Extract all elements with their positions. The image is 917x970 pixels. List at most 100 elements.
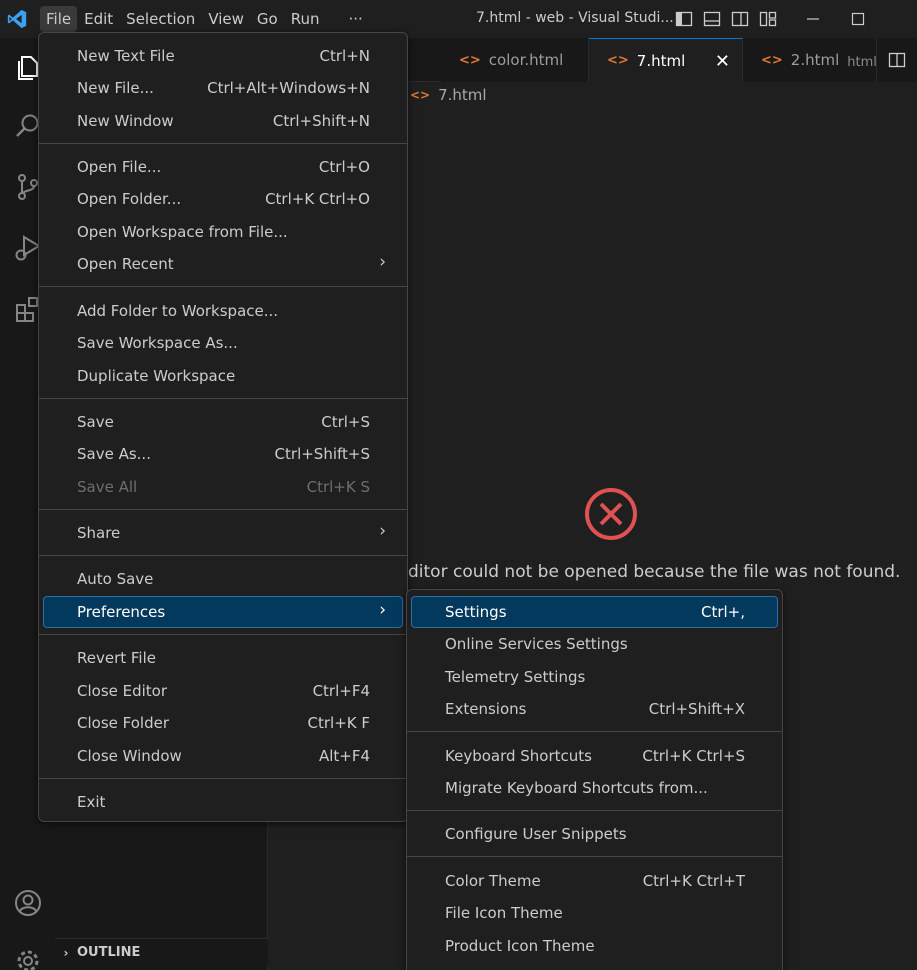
menu-item-open-file[interactable]: Open File... Ctrl+O [44,152,402,182]
menu-item-shortcut: Ctrl+S [321,413,370,431]
menu-item-save-as[interactable]: Save As... Ctrl+Shift+S [44,439,402,469]
menu-selection[interactable]: Selection [120,6,201,32]
menu-item-label: New Text File [77,47,175,65]
menu-item-new-text-file[interactable]: New Text File Ctrl+N [44,41,402,71]
menu-item-file-icon-theme[interactable]: File Icon Theme [412,898,777,928]
menu-item-duplicate-workspace[interactable]: Duplicate Workspace [44,361,402,391]
minimize-button[interactable] [790,0,835,38]
menu-item-label: Settings [445,603,507,621]
window-title: 7.html - web - Visual Studi... [476,10,674,26]
menu-item-open-workspace[interactable]: Open Workspace from File... [44,217,402,247]
tab-color-html[interactable]: <> color.html [441,38,589,82]
menu-run[interactable]: Run [285,6,326,32]
menu-item-telemetry-settings[interactable]: Telemetry Settings [412,662,777,692]
split-editor-icon [888,52,906,68]
menu-item-shortcut: Ctrl+K Ctrl+S [642,747,745,765]
breadcrumb[interactable]: <> 7.html [410,86,487,104]
menu-separator [39,286,407,287]
toggle-panel-icon[interactable] [702,9,722,29]
menu-item-auto-save[interactable]: Auto Save [44,564,402,594]
minimize-icon [806,18,819,20]
tab-2-html[interactable]: <> 2.html html정 [743,38,878,82]
maximize-button[interactable] [835,0,880,38]
html-file-icon: <> [761,52,783,68]
maximize-icon [851,12,864,26]
menu-view[interactable]: View [202,6,250,32]
menu-item-new-window[interactable]: New Window Ctrl+Shift+N [44,106,402,136]
split-editor-button[interactable] [876,38,917,82]
file-menu: New Text File Ctrl+N New File... Ctrl+Alt+… [38,32,408,822]
menu-item-preferences[interactable]: Preferences › [43,596,403,628]
menu-item-add-folder[interactable]: Add Folder to Workspace... [44,296,402,326]
menu-item-label: Close Window [77,747,182,765]
menu-item-color-theme[interactable]: Color Theme Ctrl+K Ctrl+T [412,866,777,896]
menu-item-shortcut: Ctrl+K S [306,478,370,496]
menu-go[interactable]: Go [251,6,284,32]
preferences-submenu: Settings Ctrl+, Online Services Settings … [406,589,783,970]
menu-edit[interactable]: Edit [78,6,119,32]
menu-item-save-workspace-as[interactable]: Save Workspace As... [44,328,402,358]
toggle-primary-sidebar-icon[interactable] [674,9,694,29]
accounts-button[interactable] [0,876,55,930]
menu-item-open-folder[interactable]: Open Folder... Ctrl+K Ctrl+O [44,184,402,214]
menu-item-label: Open File... [77,158,162,176]
menu-item-close-window[interactable]: Close Window Alt+F4 [44,741,402,771]
menu-item-shortcut: Ctrl+Shift+S [274,445,370,463]
menu-item-label: Configure User Snippets [445,825,627,843]
menu-item-shortcut: Ctrl+K F [307,714,371,732]
menu-separator [407,731,782,732]
menu-item-label: Revert File [77,649,156,667]
customize-layout-icon[interactable] [758,9,778,29]
menu-separator [39,634,407,635]
account-icon [14,890,41,916]
menu-item-close-folder[interactable]: Close Folder Ctrl+K F [44,708,402,738]
menu-item-save[interactable]: Save Ctrl+S [44,407,402,437]
menu-item-online-services-settings[interactable]: Online Services Settings [412,629,777,659]
menu-item-label: Exit [77,793,106,811]
menu-item-close-editor[interactable]: Close Editor Ctrl+F4 [44,676,402,706]
menu-item-shortcut: Ctrl+F4 [312,682,370,700]
breadcrumb-file: 7.html [438,86,487,104]
window-controls [790,0,880,38]
menu-item-label: Open Recent [77,255,174,273]
menu-separator [39,778,407,779]
menu-item-configure-user-snippets[interactable]: Configure User Snippets [412,819,777,849]
menu-item-label: Save Workspace As... [77,334,238,352]
menu-more[interactable]: ··· [343,6,369,32]
manage-button[interactable] [0,934,55,970]
error-icon [585,488,637,540]
menu-item-label: New Window [77,112,174,130]
toggle-secondary-sidebar-icon[interactable] [730,9,750,29]
chevron-right-icon: › [379,600,386,620]
menu-item-label: Open Folder... [77,190,182,208]
menu-item-label: Migrate Keyboard Shortcuts from... [445,779,708,797]
menu-item-settings[interactable]: Settings Ctrl+, [411,596,778,628]
menu-item-shortcut: Ctrl+K Ctrl+T [642,872,745,890]
menu-item-shortcut: Alt+F4 [318,747,370,765]
menu-item-label: Product Icon Theme [445,937,595,955]
menu-item-revert-file[interactable]: Revert File [44,643,402,673]
menu-separator [39,555,407,556]
menu-file[interactable]: File [40,6,78,32]
menu-item-product-icon-theme[interactable]: Product Icon Theme [412,931,777,961]
editor-error-message: ditor could not be opened because the fi… [408,562,901,582]
menu-item-exit[interactable]: Exit [44,787,402,817]
menu-item-migrate-keyboard-shortcuts[interactable]: Migrate Keyboard Shortcuts from... [412,773,777,803]
menu-bar: File Edit Selection View Go Run ··· [40,6,370,32]
menu-item-label: Auto Save [77,570,154,588]
tab-7-html[interactable]: <> 7.html ✕ [589,38,743,82]
menu-item-label: Close Editor [77,682,168,700]
menu-item-extensions[interactable]: Extensions Ctrl+Shift+X [412,694,777,724]
menu-item-label: Keyboard Shortcuts [445,747,592,765]
menu-item-keyboard-shortcuts[interactable]: Keyboard Shortcuts Ctrl+K Ctrl+S [412,741,777,771]
menu-item-shortcut: Ctrl+K Ctrl+O [265,190,370,208]
menu-item-new-file[interactable]: New File... Ctrl+Alt+Windows+N [44,73,402,103]
outline-label: OUTLINE [77,945,141,960]
close-icon[interactable]: ✕ [715,51,730,72]
menu-item-share[interactable]: Share › [44,518,402,548]
outline-section-header[interactable]: › OUTLINE [55,938,268,966]
menu-item-save-all: Save All Ctrl+K S [44,472,402,502]
tab-label: color.html [488,51,564,69]
menu-item-open-recent[interactable]: Open Recent › [44,249,402,279]
menu-item-label: Share [77,524,121,542]
